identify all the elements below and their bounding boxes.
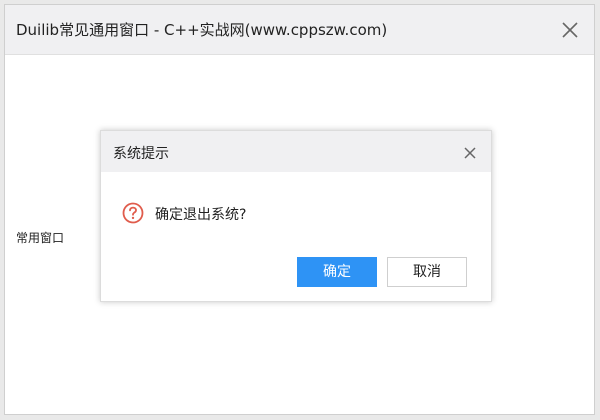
dialog-title: 系统提示 <box>113 146 169 162</box>
main-titlebar: Duilib常见通用窗口 - C++实战网(www.cppszw.com) <box>5 5 594 55</box>
question-icon <box>122 202 144 224</box>
ok-button[interactable]: 确定 <box>297 257 377 287</box>
dialog-close-icon[interactable] <box>463 145 477 159</box>
dialog-titlebar: 系统提示 <box>101 131 491 172</box>
dialog-message: 确定退出系统? <box>155 207 247 223</box>
window-title: Duilib常见通用窗口 - C++实战网(www.cppszw.com) <box>16 21 388 39</box>
confirm-dialog: 系统提示 确定退出系统? 确定 取消 <box>100 130 492 302</box>
content-label: 常用窗口 <box>16 231 65 245</box>
close-icon[interactable] <box>558 18 582 42</box>
cancel-button[interactable]: 取消 <box>387 257 467 287</box>
